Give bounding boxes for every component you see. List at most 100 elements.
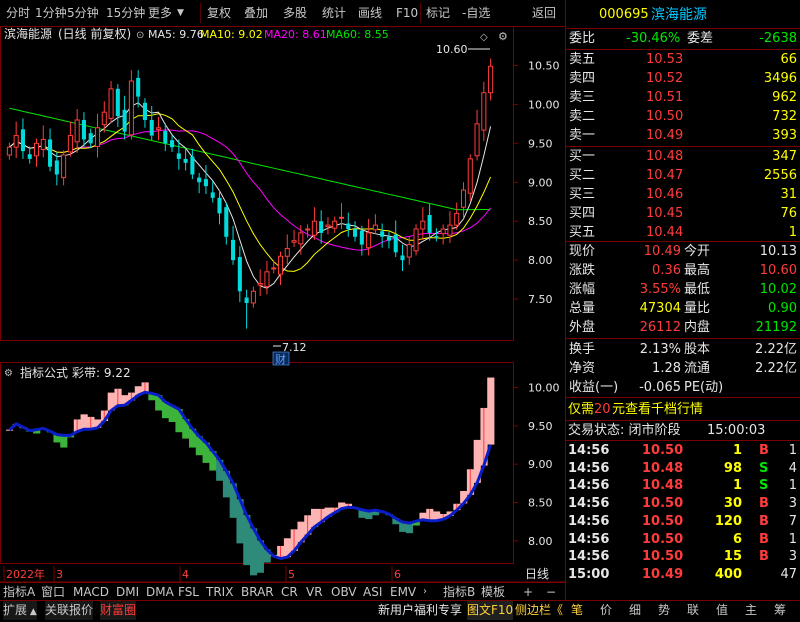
indicator-tab-a[interactable]: 指标A	[3, 583, 35, 601]
indicator-tab-macd[interactable]: MACD	[73, 583, 109, 601]
indicator-axis-label: 8.50	[528, 497, 553, 510]
ask-row[interactable]: 卖一 10.49 393	[566, 127, 800, 145]
level2-promo[interactable]: 仅需 20 元查看千档行情	[566, 401, 800, 419]
ma5-line	[9, 102, 492, 289]
tick-time: 14:56	[568, 549, 610, 565]
candle-body-down	[346, 223, 351, 229]
bid-row[interactable]: 买五 10.44 1	[566, 224, 800, 242]
restore-button[interactable]: 复权	[207, 0, 231, 26]
sidebar-toggle-button[interactable]: 侧边栏《	[515, 601, 563, 620]
ask-level-label: 卖二	[569, 109, 596, 124]
bid-row[interactable]: 买一 10.48 347	[566, 148, 800, 166]
side-tab-1[interactable]: 价	[600, 601, 612, 620]
draw-line-button[interactable]: 画线	[358, 0, 382, 26]
indicator-tab-brar[interactable]: BRAR	[241, 583, 274, 601]
overlay-button[interactable]: 叠加	[244, 0, 268, 26]
indicator-tab-emv[interactable]: EMV	[390, 583, 416, 601]
stat-row[interactable]: 总量 47304 量比 0.90	[566, 300, 800, 318]
indicator-tab-cr[interactable]: CR	[281, 583, 298, 601]
settings-icon[interactable]: ⚙	[498, 30, 508, 43]
bid-row[interactable]: 买三 10.46 31	[566, 186, 800, 204]
tick-row[interactable]: 14:56 10.50 30 B 3	[566, 495, 800, 513]
tick-row[interactable]: 14:56 10.50 120 B 7	[566, 513, 800, 531]
mark-button[interactable]: 标记	[426, 0, 450, 26]
expand-button[interactable]: 扩展 ▲	[3, 601, 37, 620]
tick-time: 14:56	[568, 478, 610, 494]
indicator-tab-vr[interactable]: VR	[306, 583, 323, 601]
indicator-tab-dma[interactable]: DMA	[146, 583, 174, 601]
tick-row[interactable]: 14:56 10.50 1 B 1	[566, 442, 800, 460]
tab-1min[interactable]: 1分钟	[35, 0, 67, 26]
ask-row[interactable]: 卖三 10.51 962	[566, 89, 800, 107]
candle-body-down	[54, 160, 59, 175]
share-stat-row[interactable]: 换手 2.13% 股本 2.22亿	[566, 341, 800, 359]
indicator-tab-asi[interactable]: ASI	[363, 583, 382, 601]
stat-row[interactable]: 涨幅 3.55% 最低 10.02	[566, 281, 800, 299]
bid-row[interactable]: 买二 10.47 2556	[566, 167, 800, 185]
indicator-tab-dmi[interactable]: DMI	[116, 583, 139, 601]
template-button[interactable]: 模板	[481, 583, 505, 601]
ask-row[interactable]: 卖五 10.53 66	[566, 51, 800, 69]
tab-scroll-right-icon[interactable]: ›	[423, 583, 427, 601]
tick-row[interactable]: 14:56 10.50 15 B 3	[566, 548, 800, 566]
tab-15min[interactable]: 15分钟	[106, 0, 145, 26]
wealth-circle-button[interactable]: 财富圈	[100, 601, 137, 620]
tab-intraday[interactable]: 分时	[6, 0, 30, 26]
favorite-button[interactable]: -自选	[462, 0, 490, 26]
indicator-tab-obv[interactable]: OBV	[331, 583, 357, 601]
multi-stock-button[interactable]: 多股	[283, 0, 307, 26]
side-tab-7[interactable]: 筹	[774, 601, 786, 620]
stat-row[interactable]: 现价 10.49 今开 10.13	[566, 243, 800, 261]
stat-row[interactable]: 涨跌 0.36 最高 10.60	[566, 262, 800, 280]
ribbon-bar-up	[80, 414, 88, 430]
tick-row[interactable]: 14:56 10.48 98 S 4	[566, 460, 800, 478]
candle-body-down	[244, 297, 249, 303]
indicator-tab-trix[interactable]: TRIX	[206, 583, 233, 601]
indicator-tab-window[interactable]: 窗口	[41, 583, 65, 601]
tick-direction: B	[759, 443, 769, 458]
bid-row[interactable]: 买四 10.45 76	[566, 205, 800, 223]
ask-row[interactable]: 卖二 10.50 732	[566, 108, 800, 126]
remove-window-button[interactable]: −	[546, 583, 556, 601]
related-quote-button[interactable]: 关联报价	[45, 601, 94, 620]
finance-icon[interactable]: 财	[275, 352, 286, 366]
stat-label: 最低	[684, 282, 711, 297]
ask-row[interactable]: 卖四 10.52 3496	[566, 70, 800, 88]
side-tab-5[interactable]: 值	[716, 601, 728, 620]
kline-chart[interactable]: 10.50 10.00 9.50 9.00 8.50 8.00 7.50 10.00 9.50…	[0, 26, 565, 601]
candle-body-down	[190, 156, 195, 175]
tab-5min[interactable]: 5分钟	[67, 0, 99, 26]
side-tab-2[interactable]: 细	[629, 601, 641, 620]
f10-button[interactable]: F10	[396, 0, 418, 26]
share-stat-label: PE(动)	[684, 380, 724, 395]
side-tab-3[interactable]: 势	[658, 601, 670, 620]
add-window-button[interactable]: +	[523, 583, 533, 601]
indicator-settings-icon[interactable]: ⚙	[4, 368, 13, 379]
back-button[interactable]: 返回	[532, 0, 556, 26]
graphic-f10-button[interactable]: 图文F10	[467, 601, 514, 620]
statistics-button[interactable]: 统计	[322, 0, 346, 26]
more-chevron-icon[interactable]: ▼	[177, 0, 184, 26]
indicator-tab-fsl[interactable]: FSL	[178, 583, 199, 601]
kline-chart-area[interactable]: 10.50 10.00 9.50 9.00 8.50 8.00 7.50 10.00 9.50…	[0, 26, 565, 601]
ma-settings-icon[interactable]: ⊙	[136, 30, 144, 41]
tick-row[interactable]: 14:56 10.48 1 S 1	[566, 477, 800, 495]
indicator-tab-b[interactable]: 指标B	[443, 583, 475, 601]
candle-body-up	[33, 142, 40, 157]
side-tab-6[interactable]: 主	[745, 601, 757, 620]
ask-price: 10.52	[646, 71, 684, 86]
side-tab-0[interactable]: 笔	[571, 601, 583, 620]
tick-row[interactable]: 15:00 10.49 400 47	[566, 566, 800, 584]
candle-body-down	[380, 231, 385, 237]
stat-row[interactable]: 外盘 26112 内盘 21192	[566, 319, 800, 337]
tick-volume: 120	[714, 513, 742, 529]
share-stat-row[interactable]: 净资 1.28 流通 2.22亿	[566, 360, 800, 378]
share-stat-row[interactable]: 收益(一) -0.065 PE(动)	[566, 379, 800, 397]
tick-row[interactable]: 14:56 10.50 6 B 1	[566, 531, 800, 549]
main-chart-frame	[0, 26, 514, 341]
tab-more[interactable]: 更多	[148, 0, 172, 26]
candle-body-up	[467, 158, 473, 194]
side-tab-4[interactable]: 联	[687, 601, 699, 620]
candle-body-up	[447, 224, 453, 236]
new-user-benefit-link[interactable]: 新用户福利专享	[378, 601, 462, 620]
